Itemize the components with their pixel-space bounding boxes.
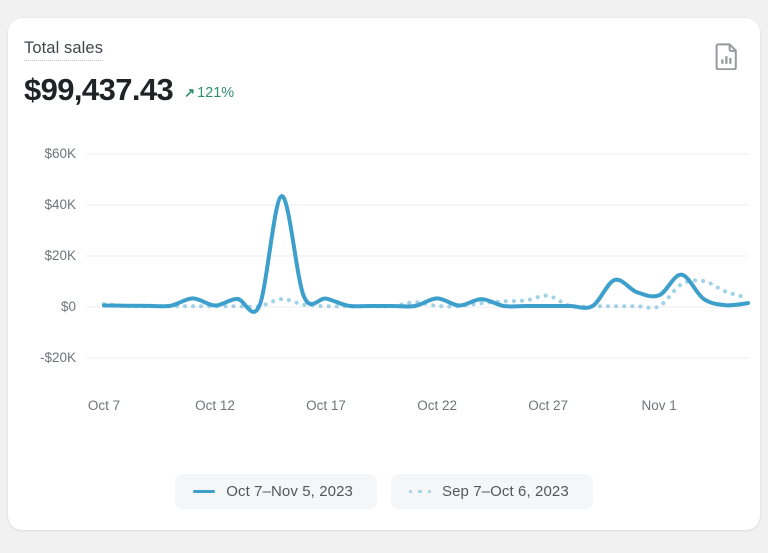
document-bar-chart-icon[interactable] <box>714 42 740 70</box>
x-axis-tick: Oct 17 <box>306 398 346 413</box>
metric-delta-value: 121% <box>197 84 235 101</box>
card-header: Total sales $99,437.43 ↗ 121% <box>8 18 760 114</box>
x-axis-tick: Oct 27 <box>528 398 569 413</box>
y-axis-tick: $20K <box>44 248 76 263</box>
x-axis-tick: Oct 7 <box>87 398 121 413</box>
chart-plot-area: $60K $40K $20K $0 -$20K Oct 7 Oct 12 Oct 17 Oct… <box>8 114 760 474</box>
y-axis-tick: $40K <box>44 197 76 212</box>
y-axis-tick: -$20K <box>39 350 76 365</box>
metric-label[interactable]: Total sales <box>24 38 104 61</box>
total-sales-card: Total sales $99,437.43 ↗ 121% $60K $40K … <box>8 18 760 530</box>
y-axis-tick: $60K <box>44 146 76 161</box>
legend-dotted-line-icon <box>408 489 431 494</box>
screenshot-root: Total sales $99,437.43 ↗ 121% $60K $40K … <box>0 0 768 553</box>
x-axis-tick: Oct 12 <box>195 398 235 413</box>
line-chart[interactable] <box>8 114 760 474</box>
metric-row: $99,437.43 ↗ 121% <box>24 72 234 108</box>
chart-gridlines <box>86 153 748 359</box>
legend-label-current: Oct 7–Nov 5, 2023 <box>226 483 353 500</box>
y-axis-tick: $0 <box>60 299 76 314</box>
trend-up-arrow-icon: ↗ <box>184 85 196 100</box>
legend-item-current[interactable]: Oct 7–Nov 5, 2023 <box>175 474 377 509</box>
metric-value: $99,437.43 <box>24 72 174 107</box>
legend-item-previous[interactable]: Sep 7–Oct 6, 2023 <box>390 474 593 509</box>
metric-delta: ↗ 121% <box>184 84 234 102</box>
x-axis-tick: Oct 22 <box>417 398 457 413</box>
legend-label-previous: Sep 7–Oct 6, 2023 <box>441 483 569 500</box>
chart-legend: Oct 7–Nov 5, 2023 Sep 7–Oct 6, 2023 <box>8 474 760 509</box>
series-current-period <box>102 194 750 314</box>
x-axis-tick: Nov 1 <box>641 398 677 413</box>
legend-solid-line-icon <box>193 489 216 494</box>
